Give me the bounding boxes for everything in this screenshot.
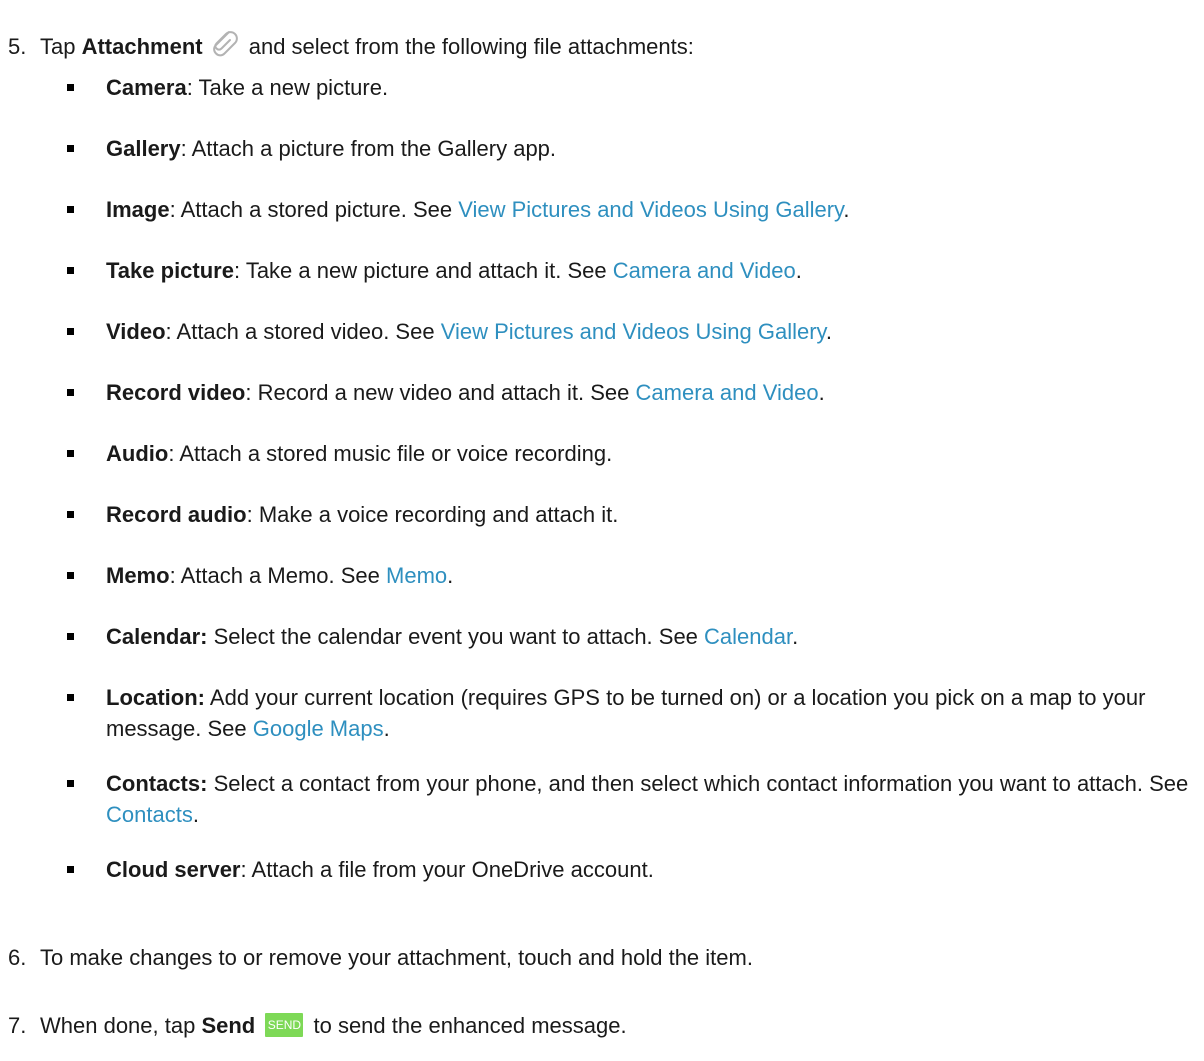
step-text: Tap xyxy=(40,34,82,59)
term-separator: : xyxy=(169,563,181,588)
term-separator: : xyxy=(186,75,199,100)
term-separator: : xyxy=(168,441,180,466)
attachment-description: Attach a picture from the Gallery app. xyxy=(191,136,557,161)
term-separator: : xyxy=(169,197,181,222)
sentence-end: . xyxy=(795,258,802,283)
attachment-term: Attachment xyxy=(81,34,203,59)
list-item: Video: Attach a stored video. See View P… xyxy=(0,316,1204,347)
see-also-link[interactable]: View Pictures and Videos Using Gallery xyxy=(441,319,826,344)
sentence-end: . xyxy=(447,563,454,588)
list-item: Memo: Attach a Memo. See Memo. xyxy=(0,560,1204,591)
step-number: 5. xyxy=(8,34,27,59)
attachment-description: Attach a stored picture. See xyxy=(180,197,459,222)
attachment-type-term: Audio xyxy=(106,441,169,466)
step-7: 7. When done, tap Send SEND to send the e… xyxy=(8,1011,1188,1041)
step-6: 6. To make changes to or remove your atta… xyxy=(8,943,1188,973)
send-term: Send xyxy=(201,1013,256,1038)
step-text: When done, tap xyxy=(40,1013,202,1038)
list-item: Contacts: Select a contact from your pho… xyxy=(0,768,1204,830)
sentence-end: . xyxy=(818,380,825,405)
step-5: 5. Tap Attachment and select from the fol… xyxy=(8,26,1188,62)
attachment-type-term: Video xyxy=(106,319,166,344)
attachment-type-term: Image xyxy=(106,197,170,222)
bullet-square-icon xyxy=(67,389,74,396)
bullet-square-icon xyxy=(67,694,74,701)
bullet-square-icon xyxy=(67,267,74,274)
attachment-options-list: Camera: Take a new picture. Gallery: Atta… xyxy=(0,72,1204,915)
see-also-link[interactable]: Calendar xyxy=(704,624,792,649)
step-number: 7. xyxy=(8,1013,27,1038)
send-button-icon: SEND xyxy=(265,1013,304,1037)
attachment-type-term: Cloud server xyxy=(106,857,241,882)
see-also-link[interactable]: Contacts xyxy=(106,802,193,827)
term-separator: : xyxy=(165,319,177,344)
attachment-type-term: Record video xyxy=(106,380,246,405)
list-item: Audio: Attach a stored music file or voi… xyxy=(0,438,1204,469)
term-separator: : xyxy=(245,380,258,405)
bullet-square-icon xyxy=(67,450,74,457)
list-item: Calendar: Select the calendar event you … xyxy=(0,621,1204,652)
list-item: Take picture: Take a new picture and att… xyxy=(0,255,1204,286)
see-also-link[interactable]: Camera and Video xyxy=(636,380,819,405)
attachment-type-term: Take picture xyxy=(106,258,234,283)
sentence-end: . xyxy=(792,624,799,649)
attachment-description: Attach a file from your OneDrive account… xyxy=(251,857,654,882)
attachment-type-term: Memo xyxy=(106,563,170,588)
term-separator: : xyxy=(246,502,259,527)
attachment-type-term: Camera xyxy=(106,75,187,100)
attachment-type-term: Record audio xyxy=(106,502,247,527)
bullet-square-icon xyxy=(67,328,74,335)
attachment-description: Take a new picture. xyxy=(198,75,389,100)
attachment-description: Select a contact from your phone, and th… xyxy=(213,771,1189,796)
sentence-end: . xyxy=(192,802,199,827)
attachment-description: Attach a Memo. See xyxy=(180,563,387,588)
see-also-link[interactable]: View Pictures and Videos Using Gallery xyxy=(458,197,843,222)
attachment-description: Record a new video and attach it. See xyxy=(257,380,636,405)
term-separator: : xyxy=(180,136,192,161)
list-item: Image: Attach a stored picture. See View… xyxy=(0,194,1204,225)
step-number: 6. xyxy=(8,945,27,970)
bullet-square-icon xyxy=(67,145,74,152)
sentence-end: . xyxy=(383,716,390,741)
attachment-type-term: Location: xyxy=(106,685,205,710)
sentence-end: . xyxy=(843,197,850,222)
see-also-link[interactable]: Google Maps xyxy=(253,716,384,741)
paperclip-icon xyxy=(212,31,238,57)
bullet-square-icon xyxy=(67,206,74,213)
bullet-square-icon xyxy=(67,633,74,640)
bullet-square-icon xyxy=(67,572,74,579)
attachment-type-term: Calendar: xyxy=(106,624,208,649)
attachment-description: Attach a stored video. See xyxy=(176,319,441,344)
bullet-square-icon xyxy=(67,866,74,873)
attachment-description: Make a voice recording and attach it. xyxy=(258,502,619,527)
step-text: to send the enhanced message. xyxy=(307,1013,627,1038)
term-separator: : xyxy=(240,857,252,882)
list-item: Location: Add your current location (req… xyxy=(0,682,1204,744)
step-text: and select from the following file attac… xyxy=(242,34,694,59)
attachment-type-term: Gallery xyxy=(106,136,181,161)
see-also-link[interactable]: Camera and Video xyxy=(613,258,796,283)
bullet-square-icon xyxy=(67,780,74,787)
list-item: Record audio: Make a voice recording and… xyxy=(0,499,1204,530)
list-item: Cloud server: Attach a file from your On… xyxy=(0,854,1204,885)
term-separator: : xyxy=(233,258,246,283)
sentence-end: . xyxy=(825,319,833,344)
attachment-description: Attach a stored music file or voice reco… xyxy=(179,441,613,466)
list-item: Camera: Take a new picture. xyxy=(0,72,1204,103)
attachment-description: Take a new picture and attach it. See xyxy=(245,258,613,283)
bullet-square-icon xyxy=(67,84,74,91)
attachment-type-term: Contacts: xyxy=(106,771,208,796)
see-also-link[interactable]: Memo xyxy=(386,563,447,588)
list-item: Gallery: Attach a picture from the Galle… xyxy=(0,133,1204,164)
attachment-description: Select the calendar event you want to at… xyxy=(213,624,705,649)
list-item: Record video: Record a new video and att… xyxy=(0,377,1204,408)
bullet-square-icon xyxy=(67,511,74,518)
step-text: To make changes to or remove your attach… xyxy=(40,945,753,970)
document-page: 5. Tap Attachment and select from the fol… xyxy=(0,0,1204,1061)
